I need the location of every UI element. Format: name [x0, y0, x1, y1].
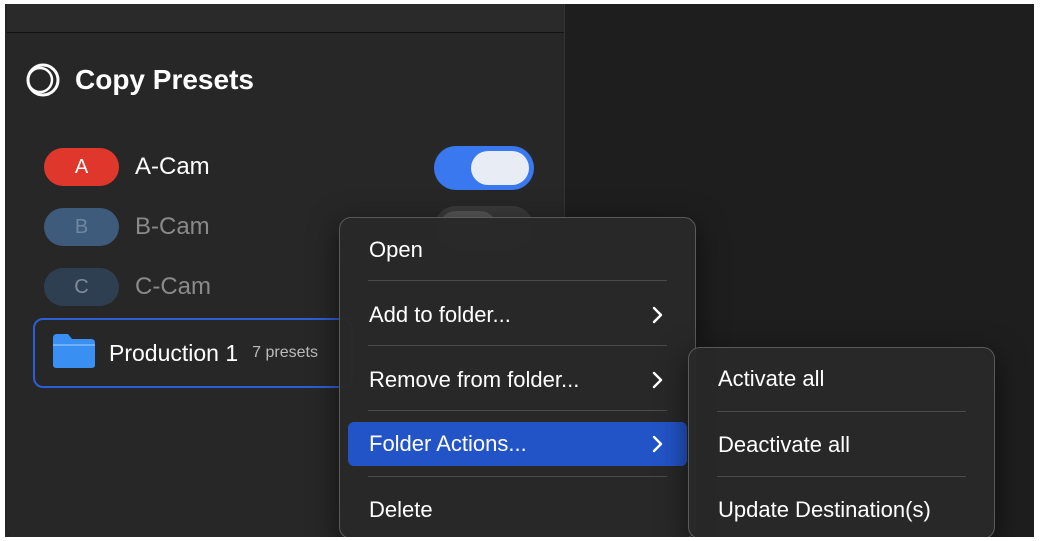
menu-item-label: Add to folder...: [369, 302, 511, 327]
panel-header-bar: [7, 4, 564, 33]
menu-separator: [717, 476, 966, 477]
submenu-item-activate-all[interactable]: Activate all: [697, 357, 986, 401]
menu-separator: [368, 476, 667, 477]
preset-row-c-cam[interactable]: C C-Cam: [44, 268, 211, 306]
menu-item-open[interactable]: Open: [348, 228, 687, 272]
frame-edge: [0, 0, 5, 541]
chevron-right-icon: [647, 370, 667, 390]
frame-edge: [1034, 0, 1041, 541]
folder-name: Production 1: [109, 339, 239, 366]
submenu-item-update-destinations[interactable]: Update Destination(s): [697, 488, 986, 532]
menu-separator: [717, 411, 966, 412]
preset-row-b-cam[interactable]: B B-Cam: [44, 208, 210, 246]
chevron-right-icon: [647, 305, 667, 325]
preset-label: C-Cam: [135, 273, 211, 300]
menu-item-label: Update Destination(s): [718, 497, 931, 522]
preset-label: B-Cam: [135, 213, 210, 240]
menu-item-remove-from-folder[interactable]: Remove from folder...: [348, 358, 687, 402]
panel-title-row: Copy Presets: [25, 62, 254, 98]
frame-edge: [0, 537, 1041, 541]
menu-item-label: Remove from folder...: [369, 367, 580, 392]
menu-item-label: Open: [369, 237, 423, 262]
folder-actions-submenu: Activate all Deactivate all Update Desti…: [688, 347, 995, 539]
menu-item-label: Deactivate all: [718, 432, 851, 457]
menu-item-label: Activate all: [718, 366, 825, 391]
circle-stack-icon: [25, 62, 61, 98]
menu-item-folder-actions[interactable]: Folder Actions...: [348, 422, 687, 466]
preset-badge-b: B: [44, 208, 119, 246]
context-menu: Open Add to folder... Remove from folder…: [339, 217, 696, 539]
app-window: Copy Presets A A-Cam B B-Cam C C-Cam Pro…: [0, 0, 1041, 541]
page-title: Copy Presets: [75, 64, 254, 95]
toggle-knob: [471, 151, 529, 185]
preset-row-a-cam[interactable]: A A-Cam: [44, 148, 210, 186]
folder-preset-count: 7 presets: [252, 344, 318, 361]
folder-icon: [51, 332, 97, 375]
menu-separator: [368, 280, 667, 281]
menu-separator: [368, 345, 667, 346]
chevron-right-icon: [647, 434, 667, 454]
menu-item-delete[interactable]: Delete: [348, 488, 687, 532]
preset-badge-a: A: [44, 148, 119, 186]
preset-toggle-a-cam[interactable]: [434, 146, 534, 190]
menu-item-add-to-folder[interactable]: Add to folder...: [348, 293, 687, 337]
menu-item-label: Delete: [369, 497, 433, 522]
preset-label: A-Cam: [135, 153, 210, 180]
frame-edge: [0, 0, 1041, 4]
menu-separator: [368, 410, 667, 411]
menu-item-label: Folder Actions...: [369, 431, 527, 456]
preset-badge-c: C: [44, 268, 119, 306]
folder-row-production-1[interactable]: Production 1 7 presets: [33, 318, 353, 388]
submenu-item-deactivate-all[interactable]: Deactivate all: [697, 423, 986, 467]
